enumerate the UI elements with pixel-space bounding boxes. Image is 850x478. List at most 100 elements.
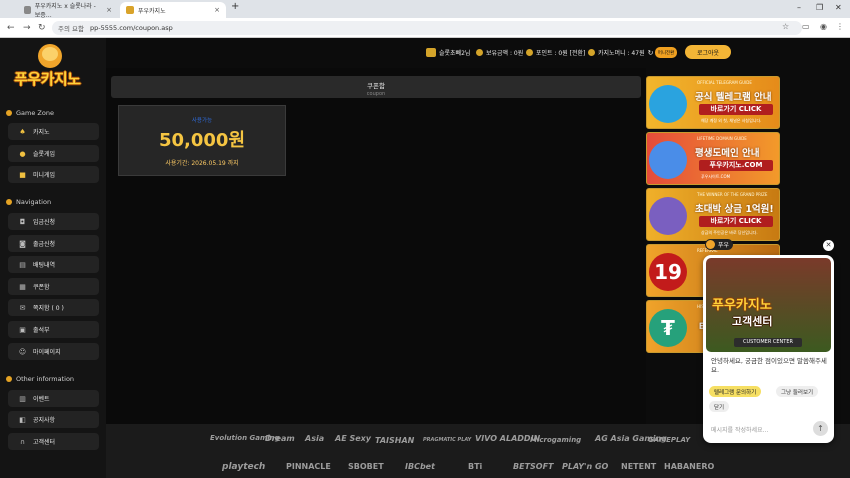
provider-logo: playtech [222, 462, 266, 472]
chat-input[interactable]: 메시지를 작성하세요... [711, 425, 768, 434]
section-title-navigation: Navigation [6, 198, 51, 206]
bookmark-star-icon[interactable]: ☆ [782, 22, 789, 31]
security-warning[interactable]: 주의 요함 [58, 23, 84, 33]
reload-icon[interactable]: ↻ [38, 23, 46, 33]
chat-message: 안녕하세요, 궁금한 점이있으면 말씀해주세요. [711, 357, 827, 374]
withdraw-icon: ◙ [19, 239, 26, 248]
provider-logo: TAISHAN [375, 436, 415, 445]
favicon-icon [126, 6, 134, 14]
provider-logo: Microgaming [530, 436, 582, 444]
sidebar-item-casino[interactable]: ♠ 카지노 [8, 123, 99, 140]
user-name: 슬롯초빼2님 [426, 48, 470, 57]
banner-telegram[interactable]: OFFICIAL TELEGRAM GUIDE 공식 텔레그램 안내 바로가기 … [646, 76, 780, 129]
sidebar-item-support[interactable]: ∩ 고객센터 [8, 433, 99, 450]
section-title-other: Other information [6, 375, 74, 383]
coupon-card[interactable]: 사용가능 50,000원 사용기간: 2026.05.19 까지 [118, 105, 286, 176]
sidebar-item-withdraw[interactable]: ◙ 출금신청 [8, 235, 99, 252]
minimize-icon[interactable]: – [797, 3, 801, 12]
section-title-game-zone: Game Zone [6, 109, 54, 117]
age-19-icon: 19 [649, 253, 687, 291]
menu-icon[interactable]: ⋮ [836, 22, 844, 31]
sidebar-item-attendance[interactable]: ▣ 출석부 [8, 321, 99, 338]
chat-browse-button[interactable]: 그냥 둘러보기 [776, 386, 819, 397]
point-icon [526, 49, 533, 56]
address-bar[interactable]: 주의 요함 pp-5555.com/coupon.asp [52, 21, 802, 35]
send-icon[interactable]: ↑ [813, 421, 828, 436]
chat-banner: 푸우카지노 고객센터 CUSTOMER CENTER [706, 258, 831, 352]
deposit-icon: ◘ [19, 217, 26, 226]
mail-icon: ✉ [19, 303, 26, 312]
casino-coin-icon [588, 49, 595, 56]
url-text: pp-5555.com/coupon.asp [90, 24, 173, 32]
points[interactable]: 포인트 : 0원 [전환] [526, 48, 585, 57]
coupon-status: 사용가능 [191, 118, 213, 124]
user-badge-icon [426, 48, 436, 57]
maximize-icon[interactable]: ❐ [816, 3, 823, 12]
provider-logo: AE Sexy [335, 434, 372, 443]
browser-toolbar: ← → ↻ 주의 요함 pp-5555.com/coupon.asp ☆ ▭ ◉… [0, 18, 850, 38]
headset-icon: ∩ [19, 437, 26, 446]
new-tab-icon[interactable]: + [231, 1, 239, 12]
chat-close-icon[interactable]: ✕ [823, 240, 834, 251]
window-close-icon[interactable]: ✕ [835, 3, 842, 12]
favicon-icon [24, 6, 31, 14]
chat-widget: 푸우카지노 고객센터 CUSTOMER CENTER 안녕하세요, 궁금한 점이… [703, 255, 834, 443]
close-tab-icon[interactable]: × [214, 6, 220, 14]
sidebar-item-notice[interactable]: ◧ 공지사항 [8, 411, 99, 428]
sidebar-item-bet-history[interactable]: ▤ 배팅내역 [8, 256, 99, 273]
history-icon: ▤ [19, 260, 26, 269]
provider-logo: PINNACLE [286, 462, 331, 471]
banner-button[interactable]: 바로가기 CLICK [699, 216, 773, 227]
coupon-expiry: 사용기간: 2026.05.19 까지 [165, 160, 239, 167]
sidebar-item-event[interactable]: ▥ 이벤트 [8, 390, 99, 407]
chat-telegram-button[interactable]: 텔레그램 문의하기 [709, 386, 762, 397]
user-icon: ☺ [18, 347, 27, 356]
bullet-icon [6, 110, 12, 116]
chat-dismiss-button[interactable]: 닫기 [709, 401, 730, 412]
provider-logo: IBCbet [405, 462, 435, 471]
sidebar-item-mypage[interactable]: ☺ 마이페이지 [8, 343, 99, 360]
provider-logo: PRAGMATIC PLAY [423, 437, 472, 443]
calendar-icon: ▣ [19, 325, 26, 334]
sidebar-item-slots[interactable]: ● 슬롯게임 [8, 145, 99, 162]
page-subtitle: coupon [366, 91, 386, 97]
provider-logo: BETSOFT [513, 462, 554, 471]
bullet-icon [6, 199, 12, 205]
logout-button[interactable]: 로그아웃 [685, 45, 731, 59]
money-transfer-button[interactable]: 머니전환 [655, 47, 677, 58]
extensions-icon[interactable]: ▭ [802, 22, 810, 31]
provider-logo: NETENT [621, 462, 657, 471]
banner-button[interactable]: 푸우카지노.COM [699, 160, 773, 171]
bear-mascot-icon [38, 44, 62, 68]
provider-logo: GAMEPLAY [648, 436, 691, 444]
browser-tab-2[interactable]: 푸우카지노 × [120, 2, 226, 18]
spade-icon: ♠ [19, 127, 26, 136]
banner-button[interactable]: 바로가기 CLICK [699, 104, 773, 115]
bullet-icon [6, 376, 12, 382]
banner-domain[interactable]: LIFETIME DOMAIN GUIDE 평생도메인 안내 푸우카지노.COM… [646, 132, 780, 185]
provider-logo: Dream [265, 434, 295, 443]
page-header: 쿠폰함 coupon [111, 76, 641, 98]
refresh-icon[interactable]: ↻ [648, 49, 654, 57]
agent-avatar [706, 240, 715, 249]
sidebar-item-messages[interactable]: ✉ 쪽지함 ( 0 ) [8, 299, 99, 316]
sidebar-item-deposit[interactable]: ◘ 입금신청 [8, 213, 99, 230]
banner-jackpot[interactable]: THE WINNER OF THE GRAND PRIZE 초대박 상금 1억원… [646, 188, 780, 241]
forward-icon[interactable]: → [23, 23, 31, 33]
provider-logo: PLAY'n GO [562, 462, 609, 471]
sidebar-item-coupon[interactable]: ▦ 쿠폰함 [8, 278, 99, 295]
tether-icon: ₮ [649, 309, 687, 347]
page-title: 쿠폰함 [367, 82, 385, 90]
chat-banner-title: 푸우카지노 [712, 298, 772, 313]
mascot-icon [649, 197, 687, 235]
site-logo[interactable]: 푸우카지노 [10, 44, 92, 94]
profile-icon[interactable]: ◉ [820, 22, 827, 31]
chat-agent-tag: 푸우 [705, 239, 734, 250]
balance: 보유금액 : 0원 [476, 48, 523, 57]
coins-icon: ● [19, 149, 26, 158]
back-icon[interactable]: ← [7, 23, 15, 33]
close-tab-icon[interactable]: × [106, 6, 112, 14]
sidebar-item-minigame[interactable]: ■ 미니게임 [8, 166, 99, 183]
browser-tab-1[interactable]: 푸우카지노 x 슬롯나라 - 보증… × [18, 2, 118, 19]
tab-label: 푸우카지노 [138, 7, 166, 15]
